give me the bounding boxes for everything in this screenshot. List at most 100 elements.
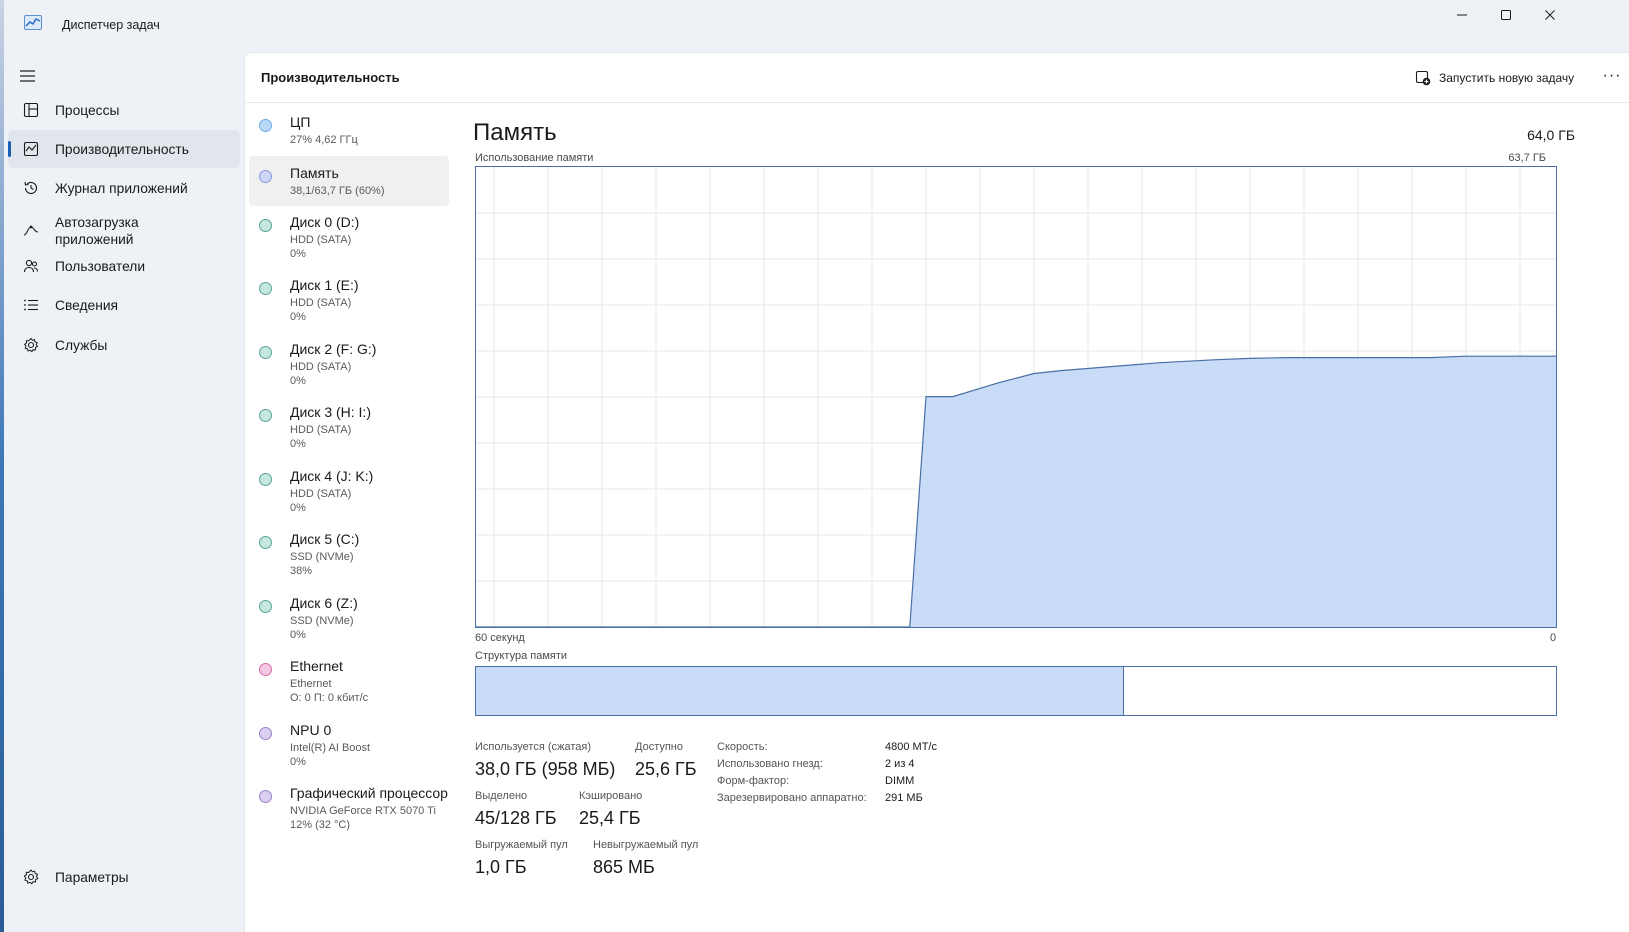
history-icon [22,179,40,197]
resource-color-dot-icon [259,727,272,740]
available-value: 25,6 ГБ [635,759,697,779]
available-label: Доступно [635,741,684,753]
resource-item[interactable]: Ethernet Ethernet О: 0 П: 0 кбит/с [249,649,449,712]
resource-subtitle: NVIDIA GeForce RTX 5070 Ti [290,805,436,817]
slots-label: Использовано гнезд: [717,758,823,770]
resource-value: О: 0 П: 0 кбит/с [290,692,369,704]
axis-right-label: 0 [1550,632,1557,644]
usage-label: Использование памяти [475,152,594,164]
run-task-label: Запустить новую задачу [1439,71,1575,85]
minimize-icon [1457,14,1467,16]
resource-color-dot-icon [259,346,272,359]
nav-item-services[interactable]: Службы [8,326,240,364]
nav-item-details[interactable]: Сведения [8,286,240,324]
memory-usage-chart [476,167,1556,628]
memory-composition-bar [475,666,1557,716]
resource-name: Графический процессор [290,785,448,801]
resource-value: 0% [290,629,306,641]
resource-name: Диск 3 (H: I:) [290,404,371,420]
nav-item-performance[interactable]: Производительность [8,130,240,168]
maximize-icon [1501,10,1511,20]
navigation-pane: Процессы Производительность Журнал прило… [4,52,244,932]
nonpaged-pool-value: 865 МБ [593,857,655,877]
close-button[interactable] [1527,0,1573,30]
close-icon [1545,10,1555,20]
nav-item-processes[interactable]: Процессы [8,91,240,129]
nav-label-startup: Автозагрузка приложений [55,215,139,247]
resource-subtitle: SSD (NVMe) [290,551,354,563]
resource-item[interactable]: Диск 3 (H: I:) HDD (SATA) 0% [249,395,449,458]
resource-item[interactable]: Диск 4 (J: K:) HDD (SATA) 0% [249,459,449,522]
nav-item-app-history[interactable]: Журнал приложений [8,169,240,207]
window-title: Диспетчер задач [62,18,160,32]
resource-name: Диск 5 (C:) [290,531,360,547]
resource-color-dot-icon [259,536,272,549]
hamburger-menu-icon[interactable] [18,68,38,84]
form-factor-label: Форм-фактор: [717,775,790,787]
nonpaged-pool-label: Невыгружаемый пул [593,839,699,851]
run-task-icon [1415,70,1431,86]
resource-subtitle: 38,1/63,7 ГБ (60%) [290,185,385,197]
nav-label-settings: Параметры [55,869,129,885]
resource-value: 0% [290,311,306,323]
paged-pool-label: Выгружаемый пул [475,839,568,851]
more-options-button[interactable]: ··· [1600,67,1624,89]
resource-color-dot-icon [259,282,272,295]
page-header: Производительность Запустить новую задач… [245,53,1629,103]
nav-label-performance: Производительность [55,141,189,157]
resource-item[interactable]: Диск 5 (C:) SSD (NVMe) 38% [249,522,449,585]
resource-item[interactable]: Диск 1 (E:) HDD (SATA) 0% [249,268,449,331]
resource-value: 0% [290,756,306,768]
speed-value: 4800 МТ/с [885,741,937,753]
nav-label-app-history: Журнал приложений [55,180,188,196]
resource-color-dot-icon [259,790,272,803]
resource-value: 12% (32 °C) [290,819,351,831]
resource-name: Диск 0 (D:) [290,214,360,230]
title-bar: Диспетчер задач [4,0,1629,52]
resource-subtitle: HDD (SATA) [290,424,352,436]
hardware-reserved-value: 291 МБ [885,792,923,804]
settings-gear-icon [22,868,40,886]
resource-item[interactable]: NPU 0 Intel(R) AI Boost 0% [249,713,449,776]
resource-subtitle: HDD (SATA) [290,361,352,373]
nav-item-startup[interactable]: Автозагрузка приложений [8,210,240,252]
resource-subtitle: Intel(R) AI Boost [290,742,371,754]
task-manager-icon [24,15,42,30]
resource-name: Ethernet [290,658,343,674]
resource-name: Диск 6 (Z:) [290,595,358,611]
resource-item[interactable]: Диск 2 (F: G:) HDD (SATA) 0% [249,332,449,395]
hardware-reserved-label: Зарезервировано аппаратно: [717,792,867,804]
nav-item-settings[interactable]: Параметры [8,858,240,896]
resource-item[interactable]: Диск 6 (Z:) SSD (NVMe) 0% [249,586,449,649]
nav-label-services: Службы [55,337,108,353]
composition-in-use [476,667,1124,715]
resource-item[interactable]: Диск 0 (D:) HDD (SATA) 0% [249,205,449,268]
processes-icon [22,101,40,119]
resource-value: 0% [290,438,306,450]
resource-name: Диск 1 (E:) [290,277,359,293]
resource-value: 0% [290,248,306,260]
resource-subtitle: 27% 4,62 ГГц [290,134,358,146]
resource-item[interactable]: Графический процессор NVIDIA GeForce RTX … [249,776,449,836]
services-icon [22,336,40,354]
minimize-button[interactable] [1439,0,1485,30]
resource-color-dot-icon [259,663,272,676]
main-panel: Производительность Запустить новую задач… [244,52,1629,932]
slots-value: 2 из 4 [885,758,915,770]
page-title: Производительность [261,70,400,85]
resource-name: Диск 4 (J: K:) [290,468,374,484]
cached-label: Кэшировано [579,790,643,802]
resource-color-dot-icon [259,170,272,183]
resource-name: ЦП [290,114,311,130]
resource-color-dot-icon [259,473,272,486]
cached-value: 25,4 ГБ [579,808,641,828]
resource-value: 0% [290,375,306,387]
nav-item-users[interactable]: Пользователи [8,247,240,285]
maximize-button[interactable] [1483,0,1529,30]
paged-pool-value: 1,0 ГБ [475,857,527,877]
resource-item[interactable]: ЦП 27% 4,62 ГГц [249,105,449,155]
speed-label: Скорость: [717,741,768,753]
resource-item[interactable]: Память 38,1/63,7 ГБ (60%) [249,156,449,206]
resource-subtitle: HDD (SATA) [290,488,352,500]
run-new-task-button[interactable]: Запустить новую задачу [1415,67,1574,89]
